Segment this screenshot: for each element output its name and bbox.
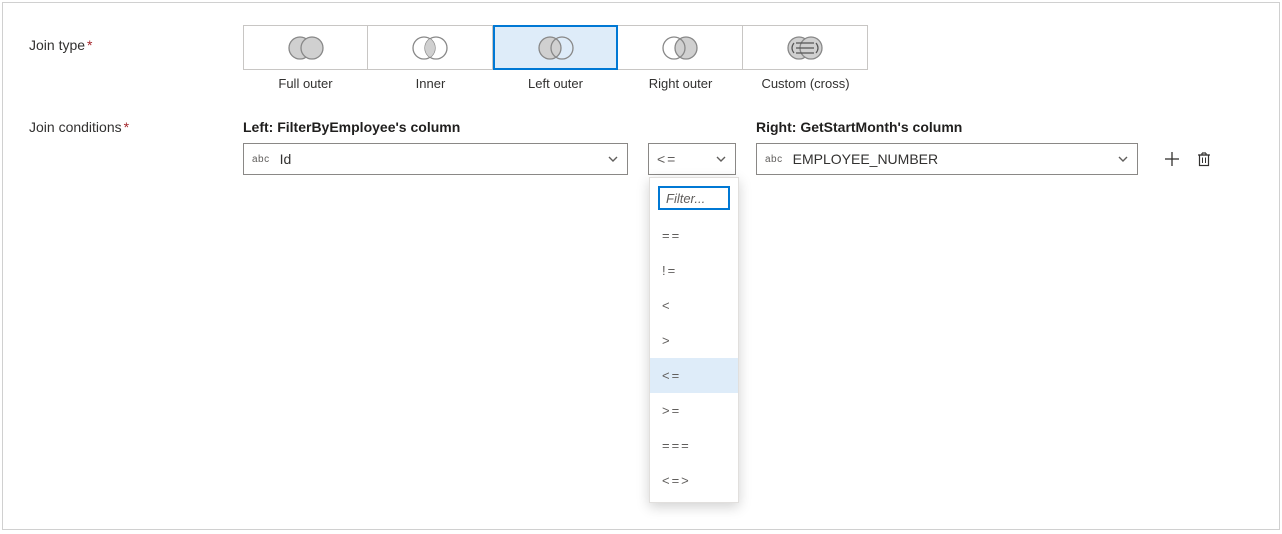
left-column-header: Left: FilterByEmployee's column <box>243 119 628 135</box>
delete-condition-button[interactable] <box>1194 149 1214 169</box>
join-option-label: Left outer <box>493 76 618 91</box>
join-type-options: Full outer Inner <box>243 25 1253 91</box>
operator-option[interactable]: != <box>650 253 738 288</box>
venn-inner-icon <box>368 25 493 70</box>
chevron-down-icon <box>1117 153 1129 165</box>
type-chip: abc <box>765 154 783 165</box>
join-option-left-outer[interactable]: Left outer <box>493 25 618 91</box>
join-option-label: Custom (cross) <box>743 76 868 91</box>
chevron-down-icon <box>607 153 619 165</box>
venn-right-outer-icon <box>618 25 743 70</box>
condition-column-headers: Left: FilterByEmployee's column Right: G… <box>243 119 1253 135</box>
operator-value: <= <box>657 151 715 167</box>
operator-option[interactable]: === <box>650 428 738 463</box>
venn-full-outer-icon <box>243 25 368 70</box>
required-asterisk: * <box>87 37 92 53</box>
operator-option[interactable]: == <box>650 218 738 253</box>
trash-icon <box>1196 151 1212 167</box>
join-option-inner[interactable]: Inner <box>368 25 493 91</box>
join-option-custom-cross[interactable]: Custom (cross) <box>743 25 868 91</box>
venn-cross-icon <box>743 25 868 70</box>
right-column-header: Right: GetStartMonth's column <box>756 119 1253 135</box>
plus-icon <box>1164 151 1180 167</box>
chevron-down-icon <box>715 153 727 165</box>
right-column-value: EMPLOYEE_NUMBER <box>793 151 1117 167</box>
join-type-label-text: Join type <box>29 37 85 53</box>
left-column-value: Id <box>280 151 607 167</box>
operator-option[interactable]: > <box>650 323 738 358</box>
left-column-dropdown[interactable]: abc Id <box>243 143 628 175</box>
join-option-full-outer[interactable]: Full outer <box>243 25 368 91</box>
join-type-row: Join type* Full outer <box>29 25 1253 91</box>
join-settings-panel: Join type* Full outer <box>2 2 1280 530</box>
join-type-label: Join type* <box>29 25 243 53</box>
join-option-label: Full outer <box>243 76 368 91</box>
right-column-dropdown[interactable]: abc EMPLOYEE_NUMBER <box>756 143 1138 175</box>
operator-option[interactable]: >= <box>650 393 738 428</box>
required-asterisk: * <box>124 119 129 135</box>
venn-left-outer-icon <box>493 25 618 70</box>
type-chip: abc <box>252 154 270 165</box>
add-condition-button[interactable] <box>1162 149 1182 169</box>
operator-option[interactable]: < <box>650 288 738 323</box>
operator-filter-wrap <box>650 178 738 218</box>
join-option-right-outer[interactable]: Right outer <box>618 25 743 91</box>
condition-row-actions <box>1158 149 1214 169</box>
operator-option[interactable]: <= <box>650 358 738 393</box>
operator-dropdown-panel: == != < > <= >= === <=> <box>649 177 739 503</box>
condition-row: abc Id <= == <box>243 143 1253 175</box>
join-conditions-label-text: Join conditions <box>29 119 122 135</box>
join-option-label: Inner <box>368 76 493 91</box>
operator-dropdown[interactable]: <= == != < > <= >= <box>648 143 736 175</box>
operator-column-header <box>648 119 736 135</box>
join-option-label: Right outer <box>618 76 743 91</box>
join-conditions-row: Join conditions* Left: FilterByEmployee'… <box>29 119 1253 175</box>
operator-filter-input[interactable] <box>658 186 730 210</box>
join-conditions-content: Left: FilterByEmployee's column Right: G… <box>243 119 1253 175</box>
operator-option[interactable]: <=> <box>650 463 738 498</box>
join-conditions-label: Join conditions* <box>29 119 243 135</box>
